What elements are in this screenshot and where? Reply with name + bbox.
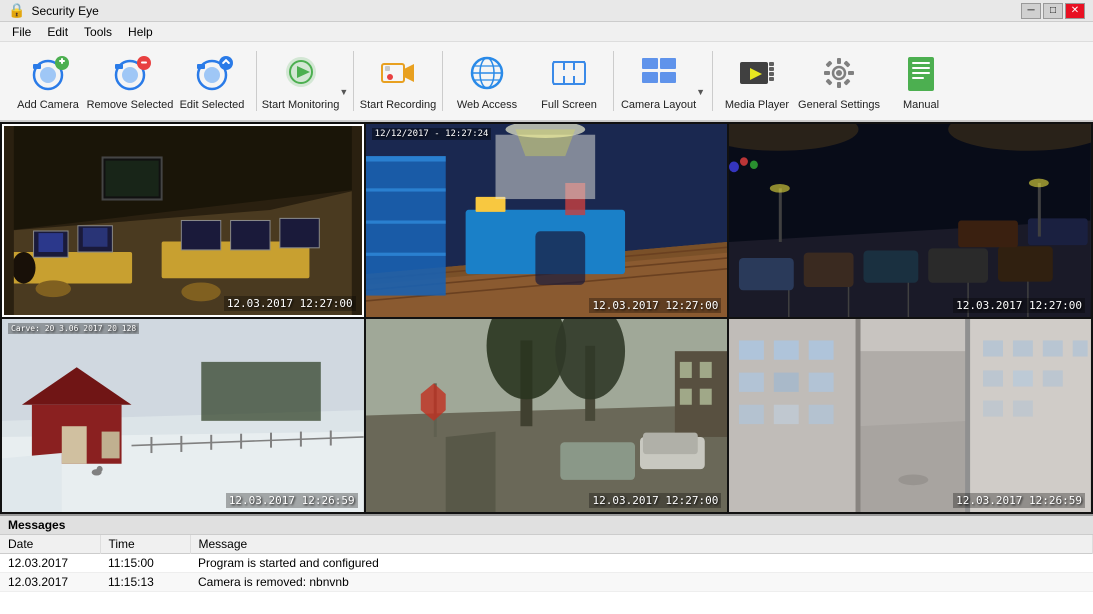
menu-help[interactable]: Help [120,23,161,41]
start-monitoring-button[interactable]: Start Monitoring ▼ [261,46,349,116]
app-title: Security Eye [31,4,98,18]
monitoring-dropdown-arrow[interactable]: ▼ [339,87,348,97]
cell-time: 11:15:00 [100,554,190,573]
media-player-label: Media Player [725,99,789,111]
camera-2-top-info: 12/12/2017 - 12:27:24 [372,128,492,140]
remove-selected-button[interactable]: Remove Selected [90,46,170,116]
app-icon: 🔒 [8,2,25,19]
separator-4 [613,51,614,111]
separator-5 [712,51,713,111]
messages-table[interactable]: Date Time Message 12.03.2017 11:15:00 Pr… [0,535,1093,614]
cell-message: Program is started and configured [190,554,1093,573]
full-screen-icon [545,51,593,95]
camera-cell-4[interactable]: Carve: 20 3.06 2017 20 128 12.03.2017 12… [2,319,364,512]
start-monitoring-label: Start Monitoring [262,99,340,111]
manual-button[interactable]: Manual [881,46,961,116]
camera-1-timestamp: 12.03.2017 12:27:00 [224,296,356,311]
separator-3 [442,51,443,111]
titlebar-controls: ─ □ ✕ [1021,3,1085,19]
close-button[interactable]: ✕ [1065,3,1085,19]
edit-selected-label: Edit Selected [180,99,245,111]
cell-message: Camera is removed: nbnvnb [190,573,1093,592]
start-recording-icon [374,51,422,95]
start-monitoring-icon [277,47,325,95]
messages-body: 12.03.2017 11:15:00 Program is started a… [0,554,1093,592]
camera-cell-3[interactable]: 12.03.2017 12:27:00 [729,124,1091,317]
camera-4-top-info: Carve: 20 3.06 2017 20 128 [8,323,139,334]
general-settings-icon [815,51,863,95]
media-player-button[interactable]: Media Player [717,46,797,116]
web-access-button[interactable]: Web Access [447,46,527,116]
camera-2-timestamp: 12.03.2017 12:27:00 [589,298,721,313]
minimize-button[interactable]: ─ [1021,3,1041,19]
titlebar: 🔒 Security Eye ─ □ ✕ [0,0,1093,22]
titlebar-left: 🔒 Security Eye [8,2,99,19]
messages-panel: Messages Date Time Message 12.03.2017 11… [0,514,1093,614]
camera-4-timestamp: 12.03.2017 12:26:59 [226,493,358,508]
web-access-label: Web Access [457,99,517,111]
menu-tools[interactable]: Tools [76,23,120,41]
col-time: Time [100,535,190,554]
start-recording-button[interactable]: Start Recording [358,46,438,116]
camera-cell-5[interactable]: 12.03.2017 12:27:00 [366,319,728,512]
camera-3-timestamp: 12.03.2017 12:27:00 [953,298,1085,313]
camera-grid: 12.03.2017 12:27:00 [0,122,1093,514]
col-message: Message [190,535,1093,554]
edit-selected-button[interactable]: Edit Selected [172,46,252,116]
menu-edit[interactable]: Edit [39,23,76,41]
toolbar: Add Camera Remove Selected [0,42,1093,122]
media-player-icon [733,51,781,95]
messages-data-table: Date Time Message 12.03.2017 11:15:00 Pr… [0,535,1093,592]
general-settings-label: General Settings [798,99,880,111]
messages-header: Messages [0,516,1093,535]
separator-2 [353,51,354,111]
manual-label: Manual [903,99,939,111]
add-camera-label: Add Camera [17,99,79,111]
edit-selected-icon [188,51,236,95]
manual-icon [897,51,945,95]
camera-cell-6[interactable]: 12.03.2017 12:26:59 [729,319,1091,512]
camera-layout-label: Camera Layout [621,99,696,111]
general-settings-button[interactable]: General Settings [799,46,879,116]
remove-selected-icon [106,51,154,95]
full-screen-label: Full Screen [541,99,597,111]
camera-layout-button[interactable]: Camera Layout ▼ [618,46,708,116]
cell-date: 12.03.2017 [0,554,100,573]
table-row: 12.03.2017 11:15:00 Program is started a… [0,554,1093,573]
start-recording-label: Start Recording [360,99,436,111]
cell-time: 11:15:13 [100,573,190,592]
menubar: File Edit Tools Help [0,22,1093,42]
cell-date: 12.03.2017 [0,573,100,592]
camera-cell-1[interactable]: 12.03.2017 12:27:00 [2,124,364,317]
camera-5-timestamp: 12.03.2017 12:27:00 [589,493,721,508]
camera-cell-2[interactable]: 12/12/2017 - 12:27:24 12.03.2017 12:27:0… [366,124,728,317]
table-row: 12.03.2017 11:15:13 Camera is removed: n… [0,573,1093,592]
camera-6-timestamp: 12.03.2017 12:26:59 [953,493,1085,508]
camera-layout-icon [635,47,683,95]
menu-file[interactable]: File [4,23,39,41]
layout-dropdown-arrow[interactable]: ▼ [696,87,705,97]
full-screen-button[interactable]: Full Screen [529,46,609,116]
add-camera-icon [24,51,72,95]
restore-button[interactable]: □ [1043,3,1063,19]
remove-selected-label: Remove Selected [87,99,174,111]
web-access-icon [463,51,511,95]
add-camera-button[interactable]: Add Camera [8,46,88,116]
separator-1 [256,51,257,111]
col-date: Date [0,535,100,554]
